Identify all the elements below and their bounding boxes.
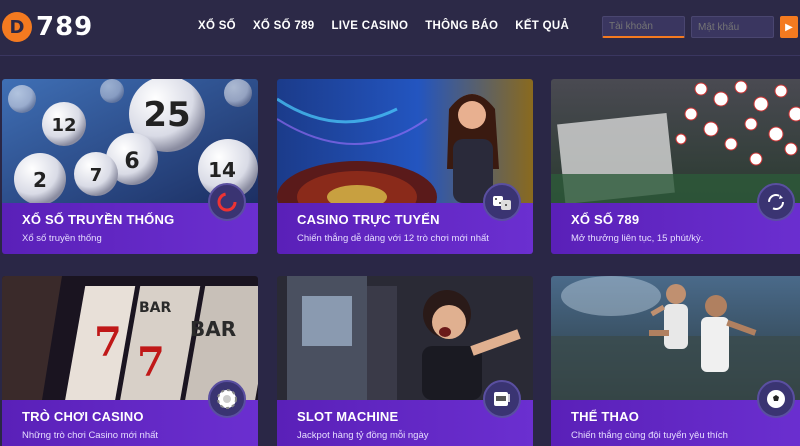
svg-text:7: 7 [90, 165, 103, 186]
svg-text:6: 6 [124, 149, 139, 174]
card-sports[interactable]: THỂ THAO Chiến thắng cùng đội tuyển yêu … [551, 276, 800, 446]
main-nav: XỔ SỐ XỔ SỐ 789 LIVE CASINO THÔNG BÁO KẾ… [198, 20, 569, 32]
svg-text:BAR: BAR [139, 300, 172, 316]
svg-text:BAR: BAR [190, 317, 236, 341]
dice-icon [483, 183, 521, 221]
card-description: Chiến thắng dễ dàng với 12 trò chơi mới … [297, 233, 489, 244]
arrow-right-icon: ▶ [785, 21, 793, 33]
card-slot-machine[interactable]: SLOT MACHINE Jackpot hàng tỷ đồng mỗi ng… [277, 276, 533, 446]
svg-text:25: 25 [143, 95, 190, 135]
login-form: ▶ [602, 16, 798, 38]
top-header: D 789 XỔ SỐ XỔ SỐ 789 LIVE CASINO THÔNG … [0, 0, 800, 56]
card-description: Jackpot hàng tỷ đồng mỗi ngày [297, 430, 429, 441]
chip-icon [208, 380, 246, 418]
soccer-players-image [551, 276, 800, 400]
nav-xo-so[interactable]: XỔ SỐ [198, 20, 236, 32]
soccer-ball-icon [757, 380, 795, 418]
card-xo-so-789[interactable]: XỔ SỐ 789 Mở thưởng liên tục, 15 phút/kỳ… [551, 79, 800, 254]
card-lottery-traditional[interactable]: 25 12 6 7 2 14 XỔ SỐ TRUYỀN THỐNG Xổ số … [2, 79, 258, 254]
slot-machine-icon [483, 380, 521, 418]
nav-thong-bao[interactable]: THÔNG BÁO [425, 20, 498, 32]
card-description: Mở thưởng liên tục, 15 phút/kỳ. [571, 233, 704, 244]
nav-ket-qua[interactable]: KẾT QUẢ [515, 20, 569, 32]
logo-text: 789 [36, 12, 94, 42]
refresh-icon [757, 183, 795, 221]
spinner-icon [208, 183, 246, 221]
card-description: Xổ số truyền thống [22, 233, 102, 244]
card-casino-games[interactable]: 7 BAR 7 BAR TRÒ CHƠI CASINO Những trò ch… [2, 276, 258, 446]
svg-text:7: 7 [137, 339, 165, 386]
card-description: Chiến thắng cùng đội tuyển yêu thích [571, 430, 728, 441]
svg-text:12: 12 [51, 115, 76, 136]
username-input[interactable] [602, 16, 685, 38]
login-submit-button[interactable]: ▶ [780, 16, 798, 38]
nav-xo-so-789[interactable]: XỔ SỐ 789 [253, 20, 315, 32]
card-casino-online[interactable]: CASINO TRỰC TUYẾN Chiến thắng dễ dàng vớ… [277, 79, 533, 254]
lottery-machine-image [551, 79, 800, 203]
password-input[interactable] [691, 16, 774, 38]
logo-mark-icon: D [2, 12, 32, 42]
nav-live-casino[interactable]: LIVE CASINO [331, 20, 408, 32]
brand-logo[interactable]: D 789 [2, 12, 93, 42]
card-description: Những trò chơi Casino mới nhất [22, 430, 159, 441]
svg-text:7: 7 [94, 319, 122, 366]
svg-text:2: 2 [33, 168, 47, 192]
svg-text:14: 14 [208, 158, 236, 182]
